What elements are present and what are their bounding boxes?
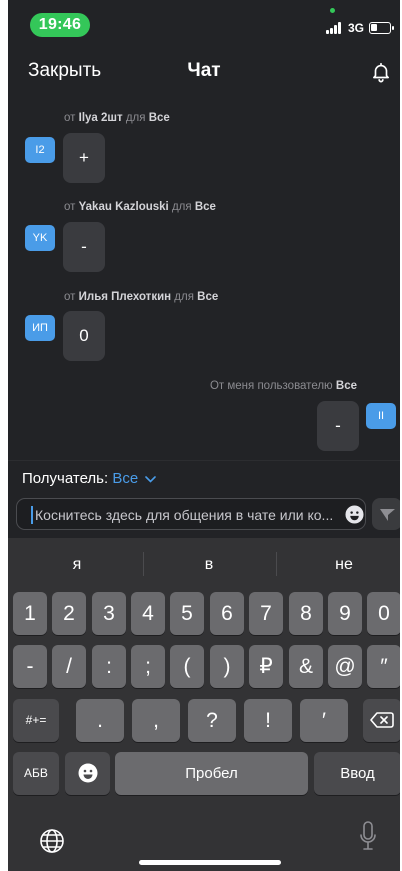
emoji-icon bbox=[78, 763, 97, 783]
globe-icon[interactable] bbox=[39, 828, 65, 854]
status-bar: 19:46 3G bbox=[8, 0, 400, 44]
avatar: ИП bbox=[25, 315, 55, 341]
avatar: I2 bbox=[25, 137, 55, 163]
chevron-down-icon bbox=[145, 475, 157, 483]
backspace-icon bbox=[370, 712, 394, 728]
camera-indicator-dot bbox=[330, 8, 335, 13]
key-more-symbols[interactable]: #+= bbox=[13, 699, 59, 742]
suggestion-3[interactable]: не bbox=[289, 556, 399, 574]
text-caret bbox=[31, 506, 33, 524]
message-meta: от Ilya 2шт для Все bbox=[64, 112, 170, 124]
key-6[interactable]: 6 bbox=[210, 592, 244, 635]
close-button[interactable]: Закрыть bbox=[28, 60, 101, 82]
message-meta: от Илья Плехоткин для Все bbox=[64, 291, 219, 303]
recipient-selector[interactable]: Получатель: Все bbox=[22, 470, 157, 487]
key-semicolon[interactable]: ; bbox=[131, 645, 165, 688]
backspace-key[interactable] bbox=[363, 699, 400, 742]
own-avatar: II bbox=[366, 403, 396, 429]
battery-icon bbox=[369, 22, 394, 34]
message-meta: от Yakau Kazlouski для Все bbox=[64, 201, 216, 213]
chat-header: Закрыть Чат bbox=[8, 52, 400, 92]
own-message-meta: От меня пользователю Все bbox=[209, 380, 357, 392]
key-9[interactable]: 9 bbox=[328, 592, 362, 635]
key-apostrophe[interactable]: ′ bbox=[300, 699, 348, 742]
home-indicator[interactable] bbox=[139, 860, 281, 865]
bell-icon[interactable] bbox=[370, 61, 392, 83]
key-3[interactable]: 3 bbox=[92, 592, 126, 635]
chat-screen: 19:46 3G Закрыть Чат от Ilya 2шт для Все… bbox=[8, 0, 400, 871]
emoji-icon[interactable] bbox=[345, 505, 364, 524]
key-4[interactable]: 4 bbox=[131, 592, 165, 635]
keyboard: я в не 1 2 3 4 5 6 7 8 9 0 - / : ; ( ) ₽… bbox=[8, 538, 400, 871]
key-at[interactable]: @ bbox=[328, 645, 362, 688]
message-bubble: + bbox=[63, 133, 105, 183]
key-ruble[interactable]: ₽ bbox=[249, 645, 283, 688]
input-placeholder: Коснитесь здесь для общения в чате или к… bbox=[35, 507, 334, 523]
suggestion-divider bbox=[143, 552, 144, 576]
enter-key[interactable]: Ввод bbox=[314, 752, 400, 795]
key-2[interactable]: 2 bbox=[52, 592, 86, 635]
emoji-key[interactable] bbox=[65, 752, 110, 795]
suggestion-2[interactable]: в bbox=[154, 556, 264, 574]
key-5[interactable]: 5 bbox=[170, 592, 204, 635]
signal-icon bbox=[326, 22, 346, 34]
key-colon[interactable]: : bbox=[92, 645, 126, 688]
message-bubble: 0 bbox=[63, 311, 105, 361]
key-0[interactable]: 0 bbox=[367, 592, 400, 635]
key-8[interactable]: 8 bbox=[289, 592, 323, 635]
key-abc[interactable]: АБВ bbox=[13, 752, 59, 795]
message-bubble: - bbox=[63, 222, 105, 272]
status-time: 19:46 bbox=[30, 13, 90, 37]
key-close-paren[interactable]: ) bbox=[210, 645, 244, 688]
divider bbox=[8, 460, 400, 461]
key-comma[interactable]: , bbox=[132, 699, 180, 742]
key-7[interactable]: 7 bbox=[249, 592, 283, 635]
key-slash[interactable]: / bbox=[52, 645, 86, 688]
suggestion-divider bbox=[276, 552, 277, 576]
network-type: 3G bbox=[348, 21, 365, 35]
space-key[interactable]: Пробел bbox=[115, 752, 308, 795]
suggestion-1[interactable]: я bbox=[22, 556, 132, 574]
recipient-value: Все bbox=[112, 470, 139, 487]
key-question[interactable]: ? bbox=[188, 699, 236, 742]
recipient-label: Получатель: bbox=[22, 470, 109, 487]
key-1[interactable]: 1 bbox=[13, 592, 47, 635]
key-open-paren[interactable]: ( bbox=[170, 645, 204, 688]
send-icon bbox=[380, 509, 395, 521]
key-dash[interactable]: - bbox=[13, 645, 47, 688]
avatar: YK bbox=[25, 225, 55, 251]
key-double-quote[interactable]: ″ bbox=[367, 645, 400, 688]
key-exclamation[interactable]: ! bbox=[244, 699, 292, 742]
send-button[interactable] bbox=[372, 498, 400, 530]
own-message-bubble: - bbox=[317, 401, 359, 451]
key-period[interactable]: . bbox=[76, 699, 124, 742]
key-ampersand[interactable]: & bbox=[289, 645, 323, 688]
microphone-icon[interactable] bbox=[360, 821, 376, 851]
chat-message-input[interactable]: Коснитесь здесь для общения в чате или к… bbox=[16, 498, 366, 530]
